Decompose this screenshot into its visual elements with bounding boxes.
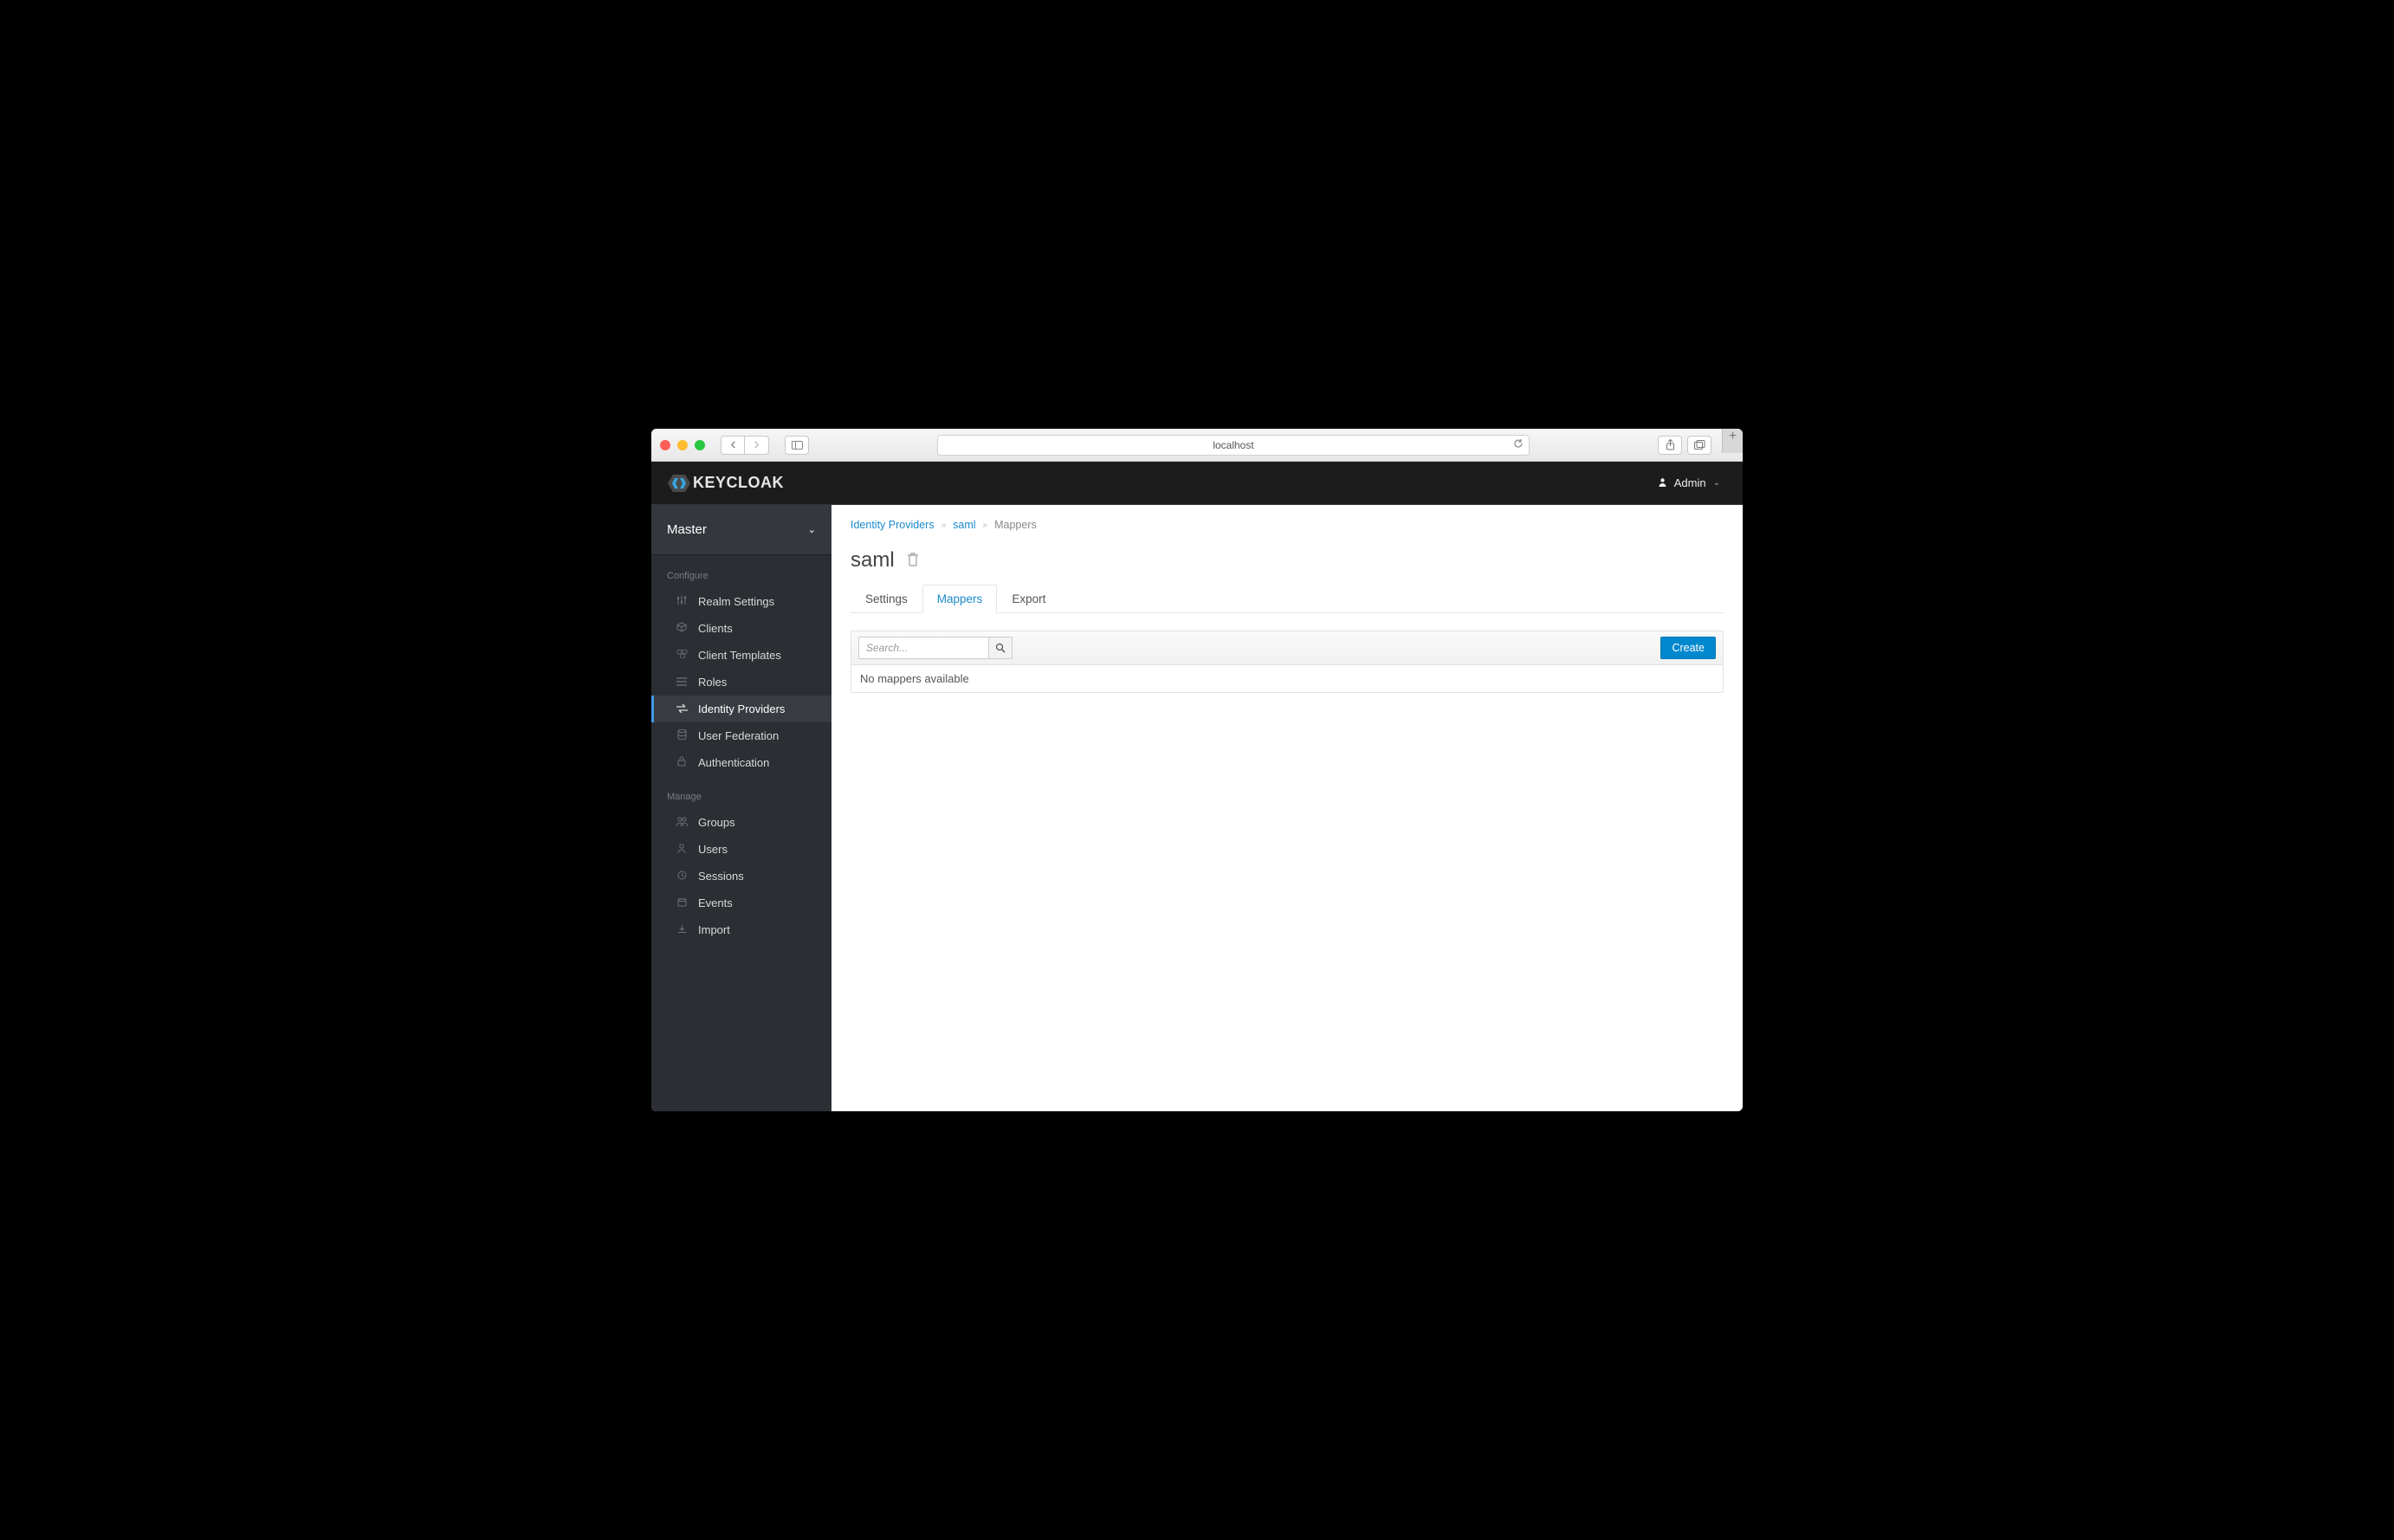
back-button[interactable] — [721, 436, 745, 455]
traffic-lights — [660, 440, 705, 450]
breadcrumb: Identity Providers » saml » Mappers — [851, 519, 1724, 531]
user-name: Admin — [1674, 476, 1706, 489]
sidebar-item-identity-providers[interactable]: Identity Providers — [651, 696, 831, 722]
delete-button[interactable] — [907, 548, 919, 573]
app-header: KEYCLOAK Admin ⌄ — [651, 462, 1743, 505]
sidebar-item-label: Clients — [698, 622, 733, 635]
maximize-window-button[interactable] — [695, 440, 705, 450]
user-menu[interactable]: Admin ⌄ — [1653, 476, 1725, 489]
empty-message: No mappers available — [851, 665, 1723, 692]
realm-name: Master — [667, 522, 707, 537]
nav-heading-configure: Configure — [651, 555, 831, 588]
sidebar-item-client-templates[interactable]: Client Templates — [651, 642, 831, 669]
lock-icon — [676, 756, 688, 769]
trash-icon — [907, 553, 919, 566]
user-icon — [1658, 476, 1667, 489]
sidebar-item-events[interactable]: Events — [651, 890, 831, 916]
toolbar: Create — [851, 631, 1723, 665]
sidebar-item-sessions[interactable]: Sessions — [651, 863, 831, 890]
sidebar-item-label: Identity Providers — [698, 702, 785, 715]
chevron-down-icon: ⌄ — [808, 524, 816, 535]
page-title: saml — [851, 548, 895, 573]
user-icon — [676, 844, 688, 856]
search-group — [858, 637, 1013, 659]
sidebar-item-label: Import — [698, 923, 730, 936]
sidebar: Master ⌄ Configure Realm Settings Client… — [651, 505, 831, 1111]
group-icon — [676, 817, 688, 829]
sidebar-item-label: Sessions — [698, 870, 744, 883]
content-area: Master ⌄ Configure Realm Settings Client… — [651, 505, 1743, 1111]
mappers-panel: Create No mappers available — [851, 631, 1724, 693]
cube-icon — [676, 622, 688, 635]
sidebar-item-groups[interactable]: Groups — [651, 809, 831, 836]
tab-mappers[interactable]: Mappers — [922, 585, 998, 613]
import-icon — [676, 924, 688, 936]
reload-icon[interactable] — [1513, 438, 1524, 451]
sidebar-item-realm-settings[interactable]: Realm Settings — [651, 588, 831, 615]
brand-text: KEYCLOAK — [693, 474, 784, 492]
list-icon — [676, 676, 688, 689]
search-icon — [995, 643, 1006, 653]
sidebar-item-user-federation[interactable]: User Federation — [651, 722, 831, 749]
clock-icon — [676, 870, 688, 883]
sidebar-item-label: Authentication — [698, 756, 769, 769]
sidebar-item-import[interactable]: Import — [651, 916, 831, 943]
sidebar-item-clients[interactable]: Clients — [651, 615, 831, 642]
breadcrumb-current: Mappers — [994, 519, 1037, 531]
forward-button[interactable] — [745, 436, 769, 455]
realm-selector[interactable]: Master ⌄ — [651, 505, 831, 555]
breadcrumb-link-root[interactable]: Identity Providers — [851, 519, 935, 531]
main-content: Identity Providers » saml » Mappers saml… — [831, 505, 1743, 1111]
breadcrumb-separator-icon: » — [941, 521, 947, 530]
sidebar-item-label: Client Templates — [698, 649, 781, 662]
sidebar-item-label: Groups — [698, 816, 735, 829]
tab-settings[interactable]: Settings — [851, 585, 922, 613]
tabs-button[interactable] — [1687, 436, 1711, 455]
browser-window: localhost + KEYCLOAK — [651, 429, 1743, 1111]
create-button[interactable]: Create — [1660, 637, 1716, 659]
tab-export[interactable]: Export — [997, 585, 1060, 613]
cubes-icon — [676, 649, 688, 662]
sidebar-item-authentication[interactable]: Authentication — [651, 749, 831, 776]
calendar-icon — [676, 897, 688, 909]
breadcrumb-link-provider[interactable]: saml — [953, 519, 975, 531]
nav-buttons — [721, 436, 769, 455]
tabs: Settings Mappers Export — [851, 585, 1724, 613]
sidebar-item-label: User Federation — [698, 729, 779, 742]
sidebar-item-label: Users — [698, 843, 728, 856]
sidebar-item-label: Realm Settings — [698, 595, 774, 608]
exchange-icon — [676, 703, 688, 715]
search-input[interactable] — [858, 637, 988, 659]
sidebar-item-label: Roles — [698, 676, 727, 689]
sidebar-item-users[interactable]: Users — [651, 836, 831, 863]
minimize-window-button[interactable] — [677, 440, 688, 450]
breadcrumb-separator-icon: » — [983, 521, 988, 530]
sidebar-toggle-button[interactable] — [785, 436, 809, 455]
close-window-button[interactable] — [660, 440, 670, 450]
sidebar-item-label: Events — [698, 896, 733, 909]
sidebar-item-roles[interactable]: Roles — [651, 669, 831, 696]
address-bar[interactable]: localhost — [937, 435, 1530, 456]
page-title-row: saml — [851, 548, 1724, 573]
database-icon — [676, 729, 688, 742]
keycloak-logo-icon — [667, 471, 691, 495]
share-button[interactable] — [1658, 436, 1682, 455]
address-text: localhost — [1213, 439, 1253, 451]
chrome-right-buttons — [1658, 436, 1711, 455]
new-tab-button[interactable]: + — [1722, 429, 1743, 453]
sliders-icon — [676, 595, 688, 608]
browser-chrome: localhost + — [651, 429, 1743, 462]
logo[interactable]: KEYCLOAK — [667, 471, 784, 495]
chevron-down-icon: ⌄ — [1713, 478, 1720, 488]
search-button[interactable] — [988, 637, 1013, 659]
nav-heading-manage: Manage — [651, 776, 831, 809]
